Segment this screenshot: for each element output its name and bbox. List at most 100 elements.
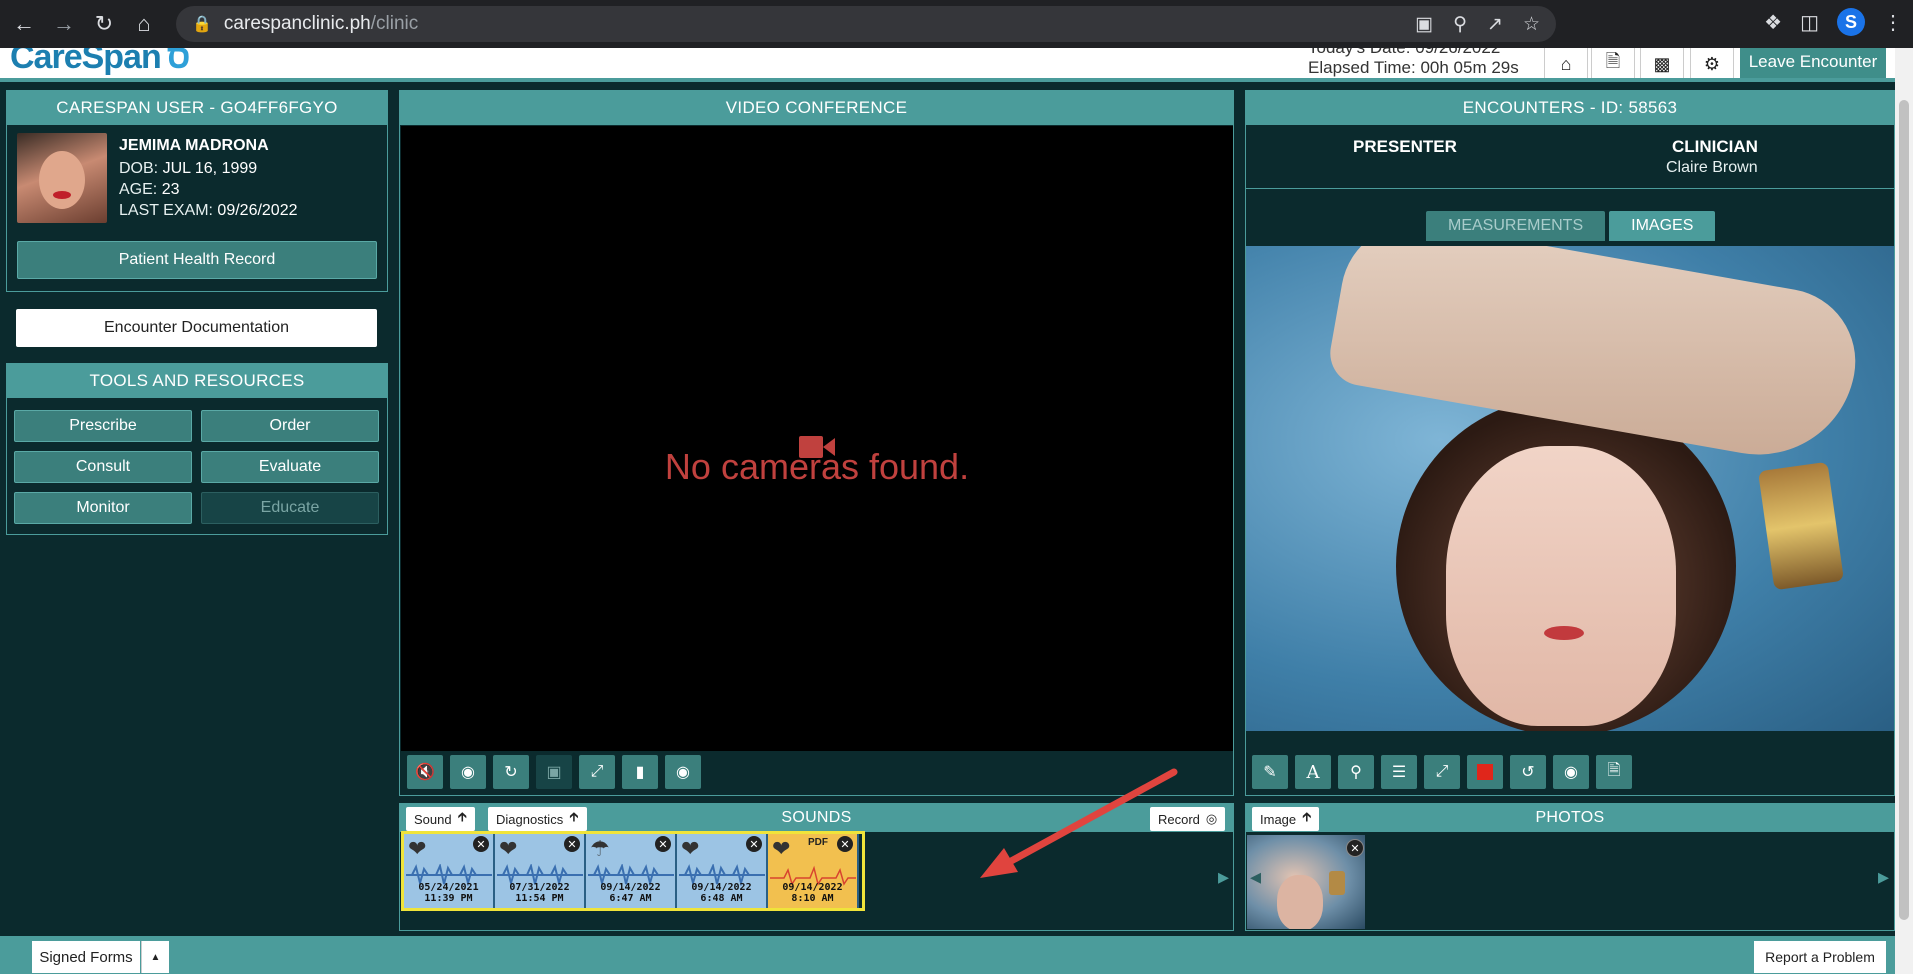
share-icon[interactable]: ↗ — [1487, 13, 1503, 36]
list-icon[interactable]: ☰ — [1381, 755, 1417, 789]
lock-icon: 🔒 — [192, 16, 212, 33]
mute-icon[interactable]: 🔇 — [407, 755, 443, 789]
evaluate-button[interactable]: Evaluate — [201, 451, 379, 483]
remove-icon[interactable]: ✕ — [837, 836, 853, 852]
tab-measurements[interactable]: MEASUREMENTS — [1426, 211, 1606, 241]
todays-date: Today's Date: 09/26/2022 — [1308, 48, 1519, 58]
leave-encounter-button[interactable]: Leave Encounter — [1740, 48, 1886, 78]
next-chevron-icon[interactable]: ▸ — [1218, 864, 1229, 890]
encounters-panel: ENCOUNTERS - ID: 58563 PRESENTER CLINICI… — [1245, 90, 1895, 796]
sound-label: Sound — [414, 811, 452, 827]
tools-panel: TOOLS AND RESOURCES Prescribe Order Cons… — [6, 363, 388, 535]
date-time-info: Today's Date: 09/26/2022 Elapsed Time: 0… — [1308, 48, 1519, 78]
clinician-name: Claire Brown — [1666, 159, 1758, 176]
document-icon[interactable]: 🗎 — [1596, 755, 1632, 789]
reload-icon[interactable]: ↻ — [88, 8, 120, 40]
last-exam-label: LAST EXAM: — [119, 202, 213, 219]
switch-camera-icon[interactable]: ↻ — [493, 755, 529, 789]
magnify-icon[interactable]: ⚲ — [1338, 755, 1374, 789]
patient-info: JEMIMA MADRONA DOB: JUL 16, 1999 AGE: 23… — [119, 135, 298, 221]
home-icon: ⌂ — [1560, 53, 1572, 74]
diagnostics-label: Diagnostics — [496, 811, 564, 827]
fullscreen-icon[interactable]: ⤢ — [1424, 755, 1460, 789]
prev-chevron-icon[interactable]: ◂ — [1250, 864, 1261, 890]
flashlight-icon[interactable]: ▮ — [622, 755, 658, 789]
sound-upload-button[interactable]: Sound 🡱 — [406, 807, 475, 831]
back-icon[interactable]: ← — [8, 8, 40, 40]
patient-last-exam: LAST EXAM: 09/26/2022 — [119, 200, 298, 221]
document-button[interactable]: 🗎 — [1591, 48, 1635, 78]
video-panel-title: VIDEO CONFERENCE — [400, 91, 1233, 125]
remove-icon[interactable]: ✕ — [655, 836, 671, 852]
encounter-tabs: MEASUREMENTS IMAGES — [1426, 211, 1716, 241]
educate-button: Educate — [201, 492, 379, 524]
sound-item-pdf[interactable]: ❤ PDF ✕ 09/14/2022 8:10 AM — [768, 834, 859, 908]
image-upload-button[interactable]: Image 🡱 — [1252, 807, 1320, 831]
patient-age: AGE: 23 — [119, 179, 298, 200]
address-bar[interactable]: 🔒 carespanclinic.ph/clinic ▣ ⚲ ↗ ☆ — [176, 6, 1556, 42]
tab-images[interactable]: IMAGES — [1609, 211, 1716, 241]
snapshot-camera-icon[interactable]: ◉ — [665, 755, 701, 789]
bookmark-star-icon[interactable]: ☆ — [1523, 13, 1540, 36]
patient-panel-title: CARESPAN USER - GO4FF6FGYO — [7, 91, 387, 125]
color-swatch-icon[interactable] — [1467, 755, 1503, 789]
profile-avatar-icon[interactable]: S — [1837, 8, 1865, 36]
consult-button[interactable]: Consult — [14, 451, 192, 483]
text-tool-icon[interactable]: A — [1295, 755, 1331, 789]
fullscreen-icon[interactable]: ⤢ — [579, 755, 615, 789]
captured-image-view — [1246, 246, 1894, 731]
camera-blocked-icon[interactable]: ▣ — [1415, 13, 1433, 36]
age-label: AGE: — [119, 181, 158, 198]
home-icon[interactable]: ⌂ — [128, 8, 160, 40]
pencil-icon[interactable]: ✎ — [1252, 755, 1288, 789]
scrollbar-thumb[interactable] — [1899, 100, 1909, 920]
encounter-documentation-button[interactable]: Encounter Documentation — [16, 309, 377, 347]
rotate-icon[interactable]: ↺ — [1510, 755, 1546, 789]
menu-kebab-icon[interactable]: ⋮ — [1883, 10, 1903, 35]
sound-item[interactable]: ❤ ✕ 07/31/2022 11:54 PM — [495, 834, 586, 908]
order-button[interactable]: Order — [201, 410, 379, 442]
diagnostics-upload-button[interactable]: Diagnostics 🡱 — [488, 807, 587, 831]
sound-item[interactable]: ❤ ✕ 09/14/2022 6:48 AM — [677, 834, 768, 908]
footer-bar: Signed Forms ▲ Report a Problem — [0, 936, 1895, 974]
side-panel-icon[interactable]: ◫ — [1800, 10, 1819, 35]
age-value: 23 — [161, 181, 180, 198]
remove-icon[interactable]: ✕ — [746, 836, 762, 852]
record-icon: ◎ — [1205, 811, 1218, 826]
heart-icon: ❤ — [499, 836, 518, 861]
encounter-participants: PRESENTER CLINICIAN Claire Brown — [1246, 127, 1894, 189]
caret-up-icon[interactable]: ▲ — [141, 941, 169, 973]
sound-datetime: 05/24/2021 11:39 PM — [418, 882, 479, 904]
hide-video-icon[interactable]: ◉ — [450, 755, 486, 789]
gear-icon: ⚙ — [1703, 53, 1721, 74]
camera-icon[interactable]: ◉ — [1553, 755, 1589, 789]
settings-button[interactable]: ⚙ — [1690, 48, 1734, 78]
encounters-panel-title: ENCOUNTERS - ID: 58563 — [1246, 91, 1894, 125]
sound-datetime: 09/14/2022 6:47 AM — [600, 882, 661, 904]
prescribe-button[interactable]: Prescribe — [14, 410, 192, 442]
patient-health-record-button[interactable]: Patient Health Record — [17, 241, 377, 279]
extensions-puzzle-icon[interactable]: ❖ — [1764, 10, 1782, 35]
sound-item[interactable]: ☂ ✕ 09/14/2022 6:47 AM — [586, 834, 677, 908]
remove-icon[interactable]: ✕ — [1346, 839, 1364, 857]
sound-item[interactable]: ❤ ✕ 05/24/2021 11:39 PM — [404, 834, 495, 908]
upload-arrow-icon: 🡱 — [569, 809, 579, 824]
monitor-button[interactable]: Monitor — [14, 492, 192, 524]
signed-forms-button[interactable]: Signed Forms — [32, 941, 140, 973]
sound-datetime: 09/14/2022 6:48 AM — [691, 882, 752, 904]
remove-icon[interactable]: ✕ — [473, 836, 489, 852]
page-scrollbar[interactable] — [1895, 48, 1913, 974]
url-path: /clinic — [370, 13, 419, 34]
report-problem-button[interactable]: Report a Problem — [1754, 941, 1886, 973]
home-button[interactable]: ⌂ — [1544, 48, 1588, 78]
image-label: Image — [1260, 811, 1297, 827]
last-exam-value: 09/26/2022 — [217, 202, 298, 219]
remove-icon[interactable]: ✕ — [564, 836, 580, 852]
patient-dob: DOB: JUL 16, 1999 — [119, 158, 298, 179]
forward-icon[interactable]: → — [48, 8, 80, 40]
briefcase-button[interactable]: ▩ — [1640, 48, 1684, 78]
zoom-icon[interactable]: ⚲ — [1453, 13, 1467, 36]
presenter-label: PRESENTER — [1353, 137, 1457, 156]
video-conference-panel: VIDEO CONFERENCE No cameras found. 🔇 ◉ ↻… — [399, 90, 1234, 796]
next-chevron-icon[interactable]: ▸ — [1878, 864, 1889, 890]
